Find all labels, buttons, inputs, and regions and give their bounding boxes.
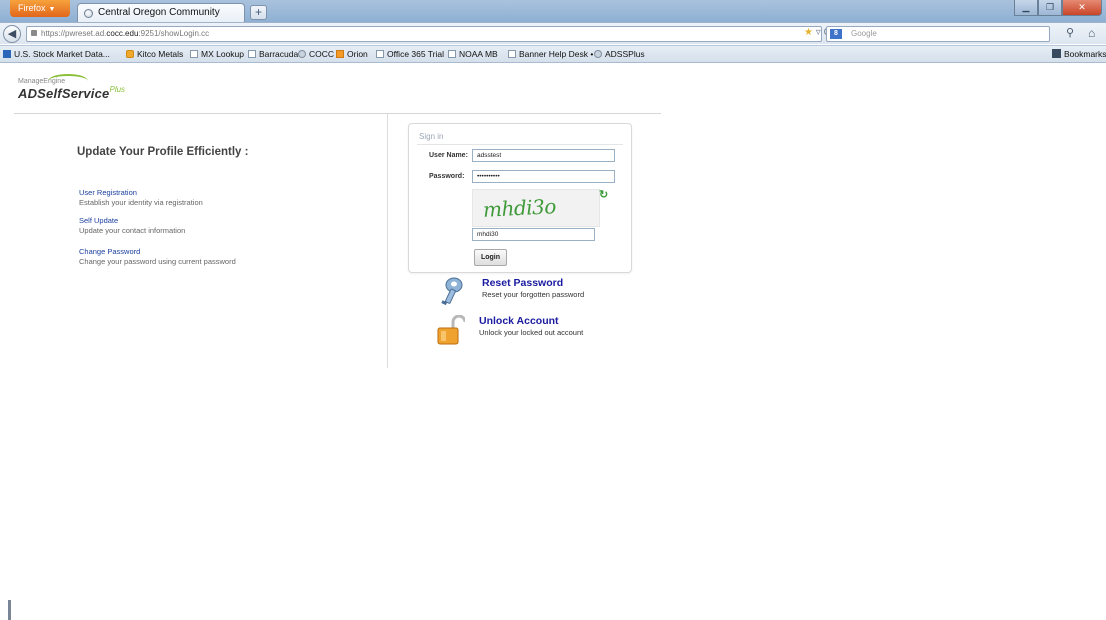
address-bar[interactable]: https://pwreset.ad.cocc.edu:9251/showLog… <box>26 26 822 42</box>
key-icon <box>441 277 463 306</box>
page-icon <box>190 50 198 58</box>
close-window-button[interactable]: ✕ <box>1062 0 1102 16</box>
url-prefix: https://pwreset.ad. <box>41 29 107 38</box>
bookmark-label: ADSSPlus <box>605 49 645 59</box>
bookmark-item[interactable]: Office 365 Trial <box>376 46 444 62</box>
bookmark-item[interactable]: Orion <box>336 46 368 62</box>
browser-title-bar: Firefox▼ Central Oregon Community Colleg… <box>0 0 1106 36</box>
logo-arc-icon <box>48 74 88 88</box>
unlock-account-title[interactable]: Unlock Account <box>479 315 559 327</box>
tab-central-oregon[interactable]: Central Oregon Community College <box>77 3 245 36</box>
page-icon <box>448 50 456 58</box>
captcha-refresh-icon[interactable]: ↻ <box>599 188 608 201</box>
navigation-toolbar: ◀ https://pwreset.ad.cocc.edu:9251/showL… <box>0 22 1106 44</box>
signin-panel: Sign in User Name: Password: •••••••••• … <box>408 123 632 273</box>
new-tab-button[interactable]: + <box>250 5 267 20</box>
logo-plus: Plus <box>109 85 126 94</box>
captcha-field[interactable] <box>472 228 595 241</box>
search-bar[interactable]: 8 Google <box>826 26 1050 42</box>
self-update-desc: Update your contact information <box>79 226 186 235</box>
bookmark-label: MX Lookup <box>201 49 244 59</box>
firefox-menu-label: Firefox <box>18 3 46 13</box>
header-divider <box>14 113 661 114</box>
bookmark-label: COCC <box>309 49 335 59</box>
change-password-link[interactable]: Change Password <box>79 247 236 256</box>
bookmark-label: Kitco Metals <box>137 49 184 59</box>
search-icon[interactable]: ⚲ <box>1066 26 1074 39</box>
captcha-image: mhdi3o <box>472 189 600 227</box>
bookmark-item[interactable]: Banner Help Desk • <box>508 46 593 62</box>
username-label: User Name: <box>429 152 468 159</box>
password-label: Password: <box>429 173 465 180</box>
signin-divider <box>417 144 623 145</box>
bookmark-item[interactable]: ADSSPlus <box>594 46 645 62</box>
url-suffix: :9251/showLogin.cc <box>138 29 210 38</box>
left-panel-title: Update Your Profile Efficiently : <box>77 146 249 158</box>
scrollbar-edge <box>8 600 11 620</box>
maximize-button[interactable]: ❐ <box>1038 0 1062 16</box>
globe-icon <box>298 50 306 58</box>
chart-icon <box>3 50 11 58</box>
logo-product: ADSelfService <box>18 86 110 101</box>
unlock-account-action[interactable]: Unlock Account Unlock your locked out ac… <box>437 315 637 349</box>
coin-icon <box>126 50 134 58</box>
signin-title: Sign in <box>419 132 444 141</box>
reset-password-action[interactable]: Reset Password Reset your forgotten pass… <box>440 277 640 311</box>
bookmark-item[interactable]: COCC <box>298 46 334 62</box>
bookmark-label: U.S. Stock Market Data... <box>14 49 110 59</box>
bookmark-label: NOAA MB <box>459 49 498 59</box>
captcha-text: mhdi3o <box>482 194 557 222</box>
reset-password-desc: Reset your forgotten password <box>482 290 585 299</box>
vertical-divider <box>387 114 388 368</box>
bookmarks-menu-button[interactable]: Bookmarks <box>1052 46 1106 62</box>
bookmarks-menu-label: Bookmarks <box>1064 49 1106 59</box>
firefox-menu-button[interactable]: Firefox ▼ <box>10 0 70 17</box>
globe-icon <box>594 50 602 58</box>
feature-user-registration: User Registration Establish your identit… <box>79 188 203 207</box>
page-icon <box>376 50 384 58</box>
bookmark-star-icon[interactable]: ★ <box>804 27 813 38</box>
password-field[interactable]: •••••••••• <box>472 170 615 183</box>
minimize-button[interactable]: ▁ <box>1014 0 1038 16</box>
page-icon <box>248 50 256 58</box>
username-field[interactable] <box>472 149 615 162</box>
reset-password-title[interactable]: Reset Password <box>482 277 563 289</box>
globe-icon <box>84 9 93 18</box>
bookmark-label: Barracuda <box>259 49 299 59</box>
bookmark-item[interactable]: NOAA MB <box>448 46 498 62</box>
change-password-desc: Change your password using current passw… <box>79 257 236 266</box>
bookmark-item[interactable]: Barracuda <box>248 46 298 62</box>
user-registration-desc: Establish your identity via registration <box>79 198 203 207</box>
bookmarks-icon <box>1052 49 1061 58</box>
dropdown-icon[interactable]: ▿ <box>816 27 821 38</box>
back-button[interactable]: ◀ <box>3 25 21 43</box>
home-icon[interactable]: ⌂ <box>1088 26 1095 40</box>
feature-self-update: Self Update Update your contact informat… <box>79 216 185 235</box>
orion-icon <box>336 50 344 58</box>
bookmark-label: Banner Help Desk • <box>519 49 594 59</box>
adselfservice-logo: ManageEngine ADSelfServicePlus <box>18 74 126 103</box>
window-controls: ▁ ❐ ✕ <box>1014 0 1102 16</box>
bookmark-label: Office 365 Trial <box>387 49 445 59</box>
padlock-icon <box>437 315 465 345</box>
bookmarks-toolbar: U.S. Stock Market Data... Kitco Metals M… <box>0 45 1106 63</box>
page-icon <box>508 50 516 58</box>
search-placeholder: Google <box>851 29 877 38</box>
bookmark-item[interactable]: Kitco Metals <box>126 46 183 62</box>
bookmark-item[interactable]: U.S. Stock Market Data... <box>3 46 110 62</box>
user-registration-link[interactable]: User Registration <box>79 188 203 197</box>
feature-change-password: Change Password Change your password usi… <box>79 247 236 266</box>
search-engine-icon[interactable]: 8 <box>830 29 842 39</box>
bookmark-label: Orion <box>347 49 368 59</box>
bookmark-item[interactable]: MX Lookup <box>190 46 244 62</box>
login-button[interactable]: Login <box>474 249 507 266</box>
self-update-link[interactable]: Self Update <box>79 216 185 225</box>
lock-icon <box>31 30 37 36</box>
unlock-account-desc: Unlock your locked out account <box>479 328 584 337</box>
url-domain: cocc.edu <box>106 29 139 38</box>
chevron-down-icon: ▼ <box>48 6 56 13</box>
